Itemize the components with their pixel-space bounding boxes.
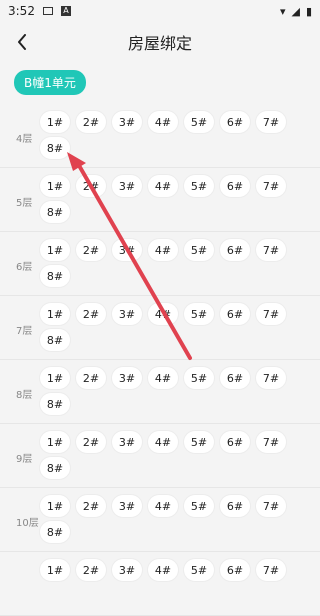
status-time: 3:52 <box>8 4 35 18</box>
room-button-4[interactable]: 4# <box>148 303 178 325</box>
room-button-8[interactable]: 8# <box>40 393 70 415</box>
room-list: 1# 2# 3# 4# 5# 6# 7# 8# <box>40 303 308 351</box>
floor-row: 1# 2# 3# 4# 5# 6# 7# <box>0 552 320 616</box>
room-button-7[interactable]: 7# <box>256 431 286 453</box>
room-button-2[interactable]: 2# <box>76 111 106 133</box>
room-button-7[interactable]: 7# <box>256 175 286 197</box>
app-notification-icon: A <box>60 6 71 16</box>
floor-list: 4层 1# 2# 3# 4# 5# 6# 7# 8# 5层 1# 2# 3# 4# 5# 6# 7# 8# 6层 1#… <box>0 104 320 616</box>
battery-icon: ▮ <box>305 4 312 18</box>
room-button-2[interactable]: 2# <box>76 431 106 453</box>
room-button-2[interactable]: 2# <box>76 495 106 517</box>
top-nav: 房屋绑定 <box>0 22 320 62</box>
room-button-8[interactable]: 8# <box>40 457 70 479</box>
room-button-4[interactable]: 4# <box>148 495 178 517</box>
room-button-1[interactable]: 1# <box>40 111 70 133</box>
room-button-2[interactable]: 2# <box>76 303 106 325</box>
room-button-3[interactable]: 3# <box>112 303 142 325</box>
room-button-5[interactable]: 5# <box>184 111 214 133</box>
room-button-5[interactable]: 5# <box>184 175 214 197</box>
room-button-5[interactable]: 5# <box>184 495 214 517</box>
room-list: 1# 2# 3# 4# 5# 6# 7# 8# <box>40 175 308 223</box>
room-button-3[interactable]: 3# <box>112 367 142 389</box>
floor-row: 7层 1# 2# 3# 4# 5# 6# 7# 8# <box>0 296 320 360</box>
room-button-6[interactable]: 6# <box>220 303 250 325</box>
room-button-1[interactable]: 1# <box>40 367 70 389</box>
floor-label: 4层 <box>16 134 33 145</box>
room-button-5[interactable]: 5# <box>184 367 214 389</box>
floor-label: 9层 <box>16 454 33 465</box>
room-button-3[interactable]: 3# <box>112 239 142 261</box>
floor-row: 8层 1# 2# 3# 4# 5# 6# 7# 8# <box>0 360 320 424</box>
wifi-icon: ▾ <box>279 4 286 18</box>
room-button-1[interactable]: 1# <box>40 175 70 197</box>
room-button-6[interactable]: 6# <box>220 111 250 133</box>
room-button-7[interactable]: 7# <box>256 367 286 389</box>
room-button-6[interactable]: 6# <box>220 431 250 453</box>
room-button-7[interactable]: 7# <box>256 111 286 133</box>
signal-icon: ◢ <box>291 4 300 18</box>
room-button-8[interactable]: 8# <box>40 137 70 159</box>
floor-label: 7层 <box>16 326 33 337</box>
room-button-3[interactable]: 3# <box>112 559 142 581</box>
room-button-8[interactable]: 8# <box>40 329 70 351</box>
floor-row: 5层 1# 2# 3# 4# 5# 6# 7# 8# <box>0 168 320 232</box>
room-button-7[interactable]: 7# <box>256 303 286 325</box>
floor-row: 9层 1# 2# 3# 4# 5# 6# 7# 8# <box>0 424 320 488</box>
room-button-1[interactable]: 1# <box>40 495 70 517</box>
room-button-8[interactable]: 8# <box>40 265 70 287</box>
back-icon[interactable] <box>10 30 34 54</box>
room-button-2[interactable]: 2# <box>76 559 106 581</box>
room-button-2[interactable]: 2# <box>76 239 106 261</box>
room-button-1[interactable]: 1# <box>40 239 70 261</box>
floor-label: 8层 <box>16 390 33 401</box>
room-button-2[interactable]: 2# <box>76 367 106 389</box>
building-chip[interactable]: B幢1单元 <box>14 70 86 95</box>
room-list: 1# 2# 3# 4# 5# 6# 7# 8# <box>40 495 308 543</box>
room-button-5[interactable]: 5# <box>184 303 214 325</box>
building-selector: B幢1单元 <box>0 62 320 96</box>
room-button-6[interactable]: 6# <box>220 559 250 581</box>
room-button-4[interactable]: 4# <box>148 239 178 261</box>
room-button-2[interactable]: 2# <box>76 175 106 197</box>
room-button-7[interactable]: 7# <box>256 495 286 517</box>
room-button-7[interactable]: 7# <box>256 239 286 261</box>
room-button-4[interactable]: 4# <box>148 367 178 389</box>
room-button-4[interactable]: 4# <box>148 175 178 197</box>
room-button-3[interactable]: 3# <box>112 111 142 133</box>
room-button-1[interactable]: 1# <box>40 431 70 453</box>
room-button-5[interactable]: 5# <box>184 431 214 453</box>
room-button-6[interactable]: 6# <box>220 239 250 261</box>
room-button-8[interactable]: 8# <box>40 521 70 543</box>
room-list: 1# 2# 3# 4# 5# 6# 7# 8# <box>40 239 308 287</box>
room-button-6[interactable]: 6# <box>220 175 250 197</box>
floor-label: 6层 <box>16 262 33 273</box>
room-button-6[interactable]: 6# <box>220 367 250 389</box>
room-list: 1# 2# 3# 4# 5# 6# 7# 8# <box>40 111 308 159</box>
room-button-1[interactable]: 1# <box>40 303 70 325</box>
room-button-7[interactable]: 7# <box>256 559 286 581</box>
room-button-6[interactable]: 6# <box>220 495 250 517</box>
room-list: 1# 2# 3# 4# 5# 6# 7# 8# <box>40 431 308 479</box>
floor-label: 10层 <box>16 518 39 529</box>
room-list: 1# 2# 3# 4# 5# 6# 7# 8# <box>40 367 308 415</box>
room-button-4[interactable]: 4# <box>148 559 178 581</box>
room-button-8[interactable]: 8# <box>40 201 70 223</box>
room-button-3[interactable]: 3# <box>112 495 142 517</box>
floor-row: 6层 1# 2# 3# 4# 5# 6# 7# 8# <box>0 232 320 296</box>
room-button-3[interactable]: 3# <box>112 175 142 197</box>
room-button-4[interactable]: 4# <box>148 111 178 133</box>
room-list: 1# 2# 3# 4# 5# 6# 7# <box>40 559 308 581</box>
status-bar: 3:52 A ▾ ◢ ▮ <box>0 0 320 22</box>
floor-label: 5层 <box>16 198 33 209</box>
room-button-4[interactable]: 4# <box>148 431 178 453</box>
room-button-5[interactable]: 5# <box>184 239 214 261</box>
page-title: 房屋绑定 <box>127 34 192 53</box>
room-button-1[interactable]: 1# <box>40 559 70 581</box>
room-button-5[interactable]: 5# <box>184 559 214 581</box>
room-button-3[interactable]: 3# <box>112 431 142 453</box>
floor-row: 4层 1# 2# 3# 4# 5# 6# 7# 8# <box>0 104 320 168</box>
floor-row: 10层 1# 2# 3# 4# 5# 6# 7# 8# <box>0 488 320 552</box>
image-notification-icon <box>42 7 53 15</box>
